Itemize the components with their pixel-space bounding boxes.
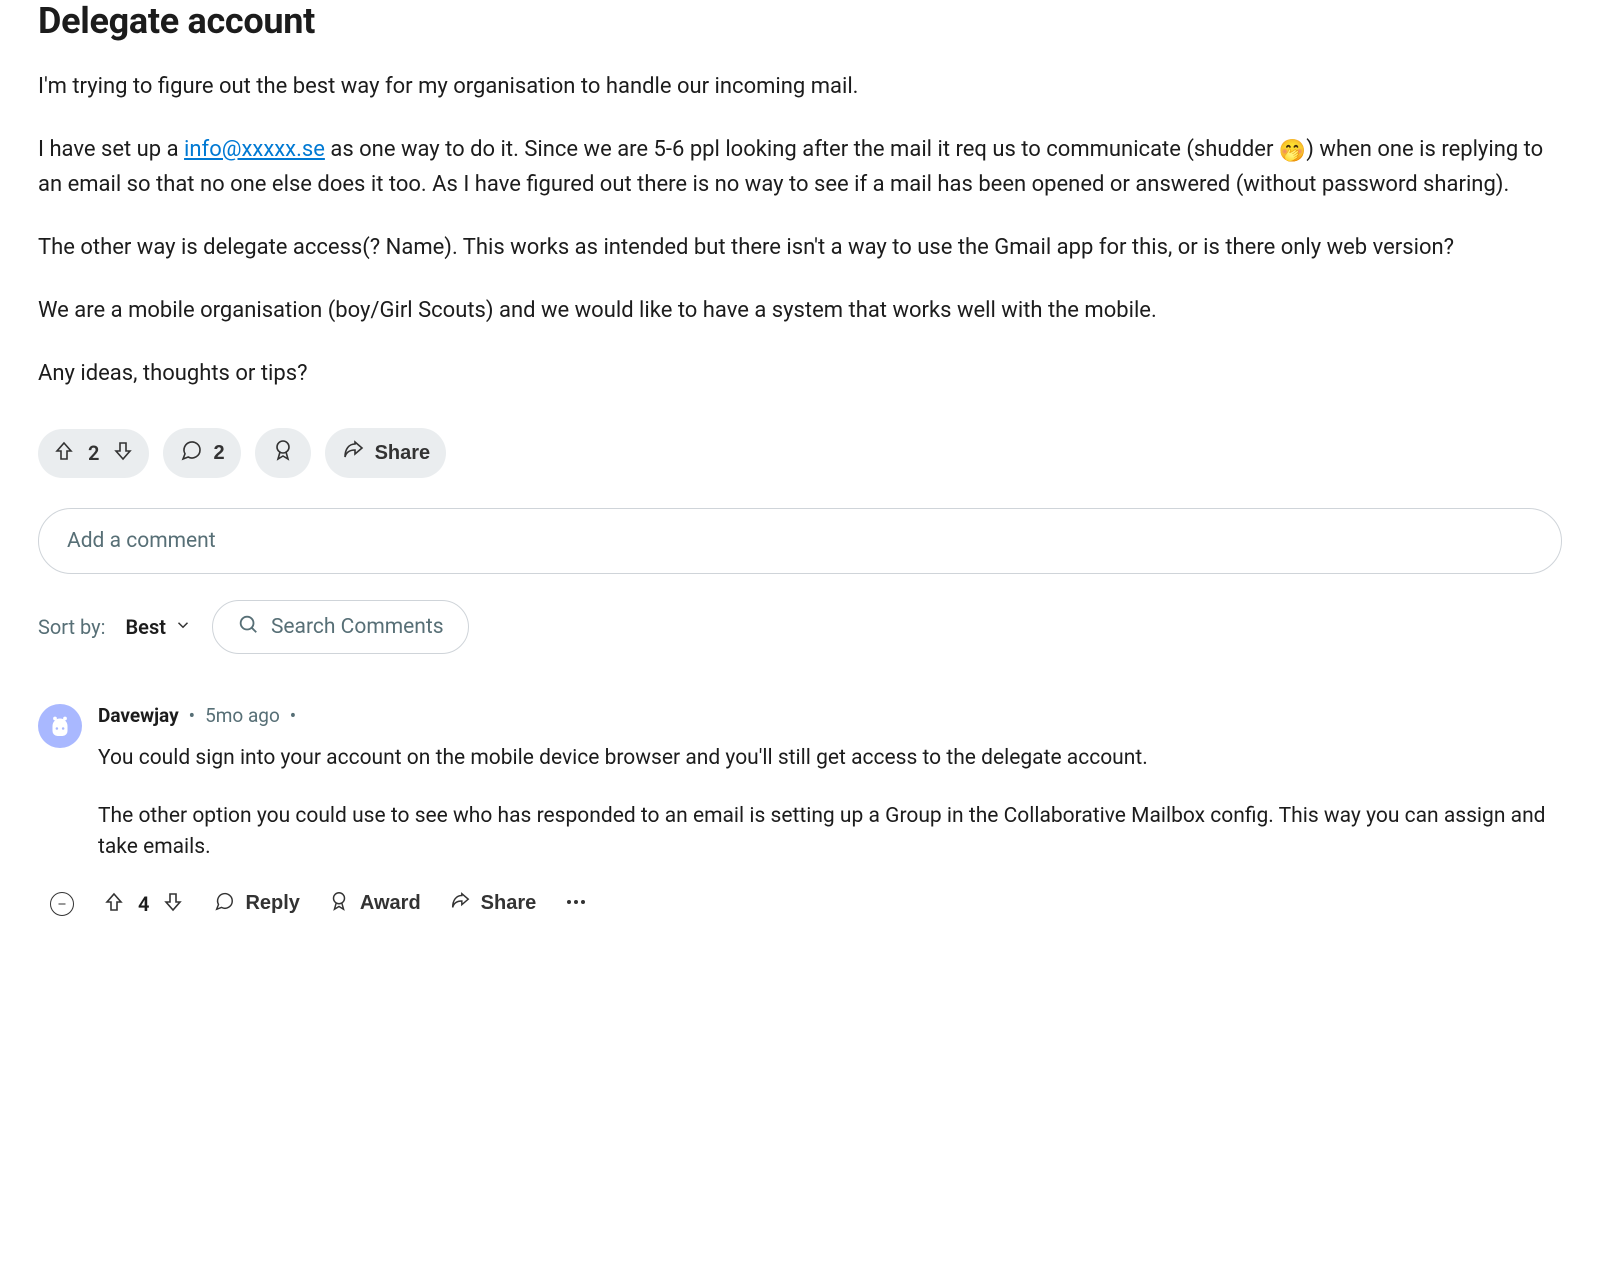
search-comments-placeholder: Search Comments bbox=[271, 615, 444, 639]
post-paragraph: I'm trying to figure out the best way fo… bbox=[38, 70, 1562, 103]
search-icon bbox=[237, 613, 259, 641]
sort-by-label: Sort by: bbox=[38, 615, 105, 639]
post-action-row: 2 2 Share bbox=[38, 428, 1562, 478]
shudder-emoji: 🤭 bbox=[1279, 135, 1306, 168]
comment-time: 5mo ago bbox=[205, 704, 280, 727]
comment-count: 2 bbox=[213, 442, 224, 465]
upvote-icon[interactable] bbox=[52, 439, 76, 468]
collapse-button[interactable] bbox=[50, 892, 74, 916]
more-icon bbox=[564, 890, 588, 914]
comment-body: You could sign into your account on the … bbox=[98, 743, 1562, 864]
comment-icon bbox=[179, 438, 203, 468]
sort-selected-label: Best bbox=[125, 615, 165, 639]
comment-author[interactable]: Davewjay bbox=[98, 704, 179, 727]
post-score: 2 bbox=[88, 441, 99, 465]
upvote-icon[interactable] bbox=[102, 890, 126, 918]
sort-row: Sort by: Best Search Comments bbox=[38, 600, 1562, 654]
minus-icon bbox=[56, 898, 68, 910]
share-icon bbox=[449, 890, 471, 918]
comment-icon bbox=[213, 890, 235, 918]
post-paragraph: I have set up a info@xxxxx.se as one way… bbox=[38, 133, 1562, 201]
avatar-icon bbox=[45, 711, 75, 741]
award-label: Award bbox=[360, 892, 421, 915]
comment-meta-separator: • bbox=[290, 704, 296, 727]
add-comment-input[interactable]: Add a comment bbox=[38, 508, 1562, 574]
award-icon bbox=[271, 438, 295, 468]
email-link[interactable]: info@xxxxx.se bbox=[184, 137, 325, 162]
share-label: Share bbox=[481, 892, 537, 915]
comment-paragraph: You could sign into your account on the … bbox=[98, 743, 1562, 775]
award-icon bbox=[328, 890, 350, 918]
comment-header: Davewjay • 5mo ago • bbox=[98, 704, 1562, 727]
share-button[interactable]: Share bbox=[449, 890, 537, 918]
post-paragraph: We are a mobile organisation (boy/Girl S… bbox=[38, 294, 1562, 327]
chevron-down-icon bbox=[174, 615, 192, 639]
award-button[interactable]: Award bbox=[328, 890, 421, 918]
comments-button[interactable]: 2 bbox=[163, 428, 240, 478]
post-title: Delegate account bbox=[38, 0, 1562, 42]
more-button[interactable] bbox=[564, 890, 588, 918]
comment-paragraph: The other option you could use to see wh… bbox=[98, 801, 1562, 864]
search-comments-input[interactable]: Search Comments bbox=[212, 600, 469, 654]
post-paragraph: The other way is delegate access(? Name)… bbox=[38, 231, 1562, 264]
downvote-icon[interactable] bbox=[161, 890, 185, 918]
vote-pill: 2 bbox=[38, 429, 149, 478]
share-icon bbox=[341, 438, 365, 468]
comment: Davewjay • 5mo ago • You could sign into… bbox=[38, 704, 1562, 918]
comment-actions: 4 Reply Award Share bbox=[50, 890, 1562, 918]
comment-vote: 4 bbox=[102, 890, 185, 918]
comment-meta-separator: • bbox=[189, 704, 195, 727]
share-label: Share bbox=[375, 442, 431, 465]
comment-score: 4 bbox=[138, 892, 149, 916]
post-body: I'm trying to figure out the best way fo… bbox=[38, 70, 1562, 390]
reply-button[interactable]: Reply bbox=[213, 890, 299, 918]
downvote-icon[interactable] bbox=[111, 439, 135, 468]
share-button[interactable]: Share bbox=[325, 428, 447, 478]
award-button[interactable] bbox=[255, 428, 311, 478]
post-paragraph: Any ideas, thoughts or tips? bbox=[38, 357, 1562, 390]
sort-select[interactable]: Best bbox=[125, 615, 191, 639]
avatar[interactable] bbox=[38, 704, 82, 748]
reply-label: Reply bbox=[245, 892, 299, 915]
